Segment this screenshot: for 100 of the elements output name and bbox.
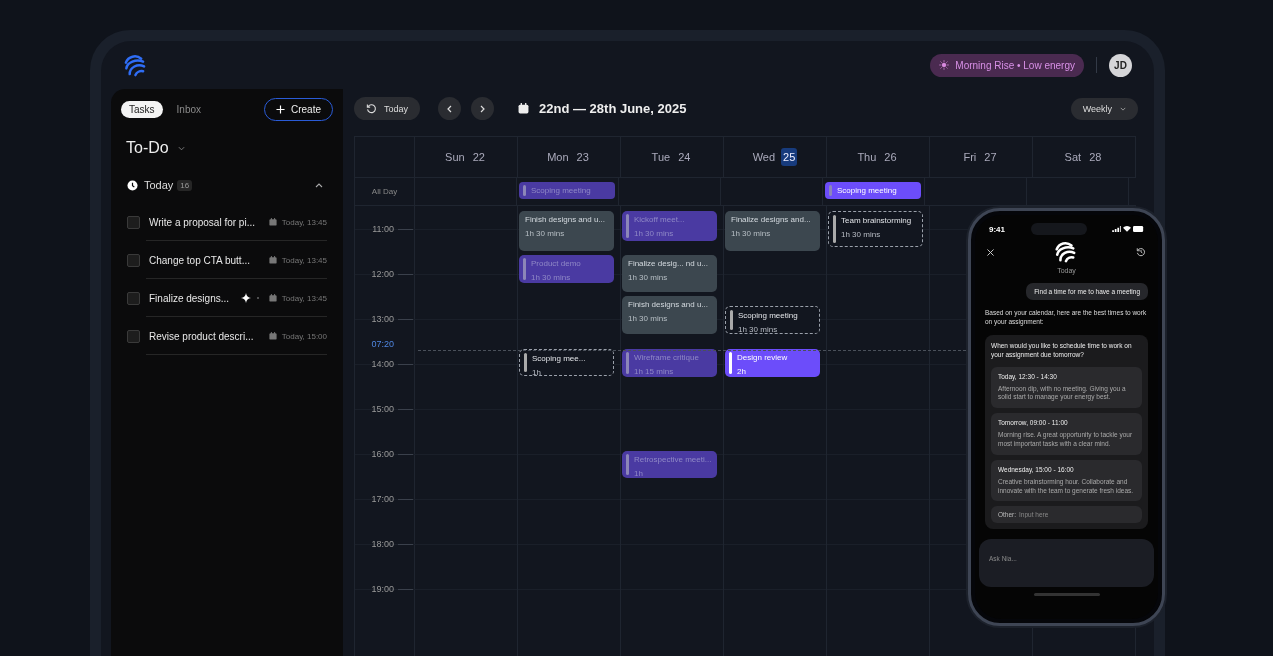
- event-duration: 1h 30 mins: [738, 324, 779, 333]
- date-number[interactable]: 24: [676, 148, 693, 166]
- date-range: 22nd — 28th June, 2025: [539, 101, 687, 116]
- calendar-icon: [268, 294, 277, 302]
- battery-icon: [1133, 226, 1144, 232]
- event-duration: 1h 30 mins: [525, 229, 566, 239]
- task-due-date: Today, 15:00: [281, 331, 327, 341]
- task-checkbox[interactable]: [127, 329, 140, 343]
- hour-label: 18:00: [370, 538, 394, 549]
- hour-label: 17:00: [370, 493, 394, 504]
- chevron-down-icon[interactable]: [177, 145, 185, 151]
- energy-label: Morning Rise • Low energy: [955, 59, 1075, 71]
- task-title[interactable]: Revise product descri...: [149, 330, 264, 342]
- close-icon[interactable]: [987, 248, 994, 256]
- hour-label: 13:00: [370, 313, 394, 324]
- current-time-label: 07:20: [370, 339, 394, 349]
- weekday-label: Tue: [651, 151, 671, 163]
- task-count: 16: [177, 179, 193, 191]
- previous-button[interactable]: [438, 97, 462, 120]
- task-due-date: Today, 13:45: [281, 293, 327, 303]
- task-due-date: Today, 13:45: [281, 217, 327, 227]
- user-avatar[interactable]: JD: [1109, 53, 1132, 77]
- event-title: Team brainstorming: [841, 216, 913, 226]
- next-button[interactable]: [471, 97, 495, 120]
- event-card[interactable]: Finish designs and u... 1h 30 mins: [622, 296, 717, 335]
- list-title[interactable]: To-Do: [126, 139, 169, 157]
- hour-label: 14:00: [370, 358, 394, 369]
- weekday-label: Mon: [547, 151, 569, 163]
- weekday-label: Sun: [445, 151, 465, 163]
- energy-pill[interactable]: Morning Rise • Low energy: [930, 53, 1084, 77]
- calendar-icon: [268, 218, 277, 226]
- event-card[interactable]: Design review 2h: [725, 348, 820, 377]
- event-card[interactable]: Scoping meeting 1h 30 mins: [725, 305, 820, 334]
- date-number[interactable]: 27: [982, 148, 999, 166]
- event-duration: 1h 30 mins: [634, 229, 675, 239]
- task-title[interactable]: Write a proposal for pi...: [149, 216, 264, 228]
- event-duration: 1h 30 mins: [628, 272, 669, 282]
- date-number[interactable]: 28: [1087, 148, 1104, 166]
- date-number[interactable]: 23: [574, 148, 591, 166]
- date-number[interactable]: 26: [882, 148, 899, 166]
- event-card[interactable]: Team brainstorming 1h 30 mins: [828, 211, 923, 247]
- hour-label: 15:00: [370, 403, 394, 414]
- weekday-label: Thu: [857, 151, 877, 163]
- weekday-label: Sat: [1064, 151, 1082, 163]
- sparkle-icon: [240, 293, 261, 303]
- event-title: Scoping meeting: [738, 310, 799, 320]
- event-duration: 2h: [737, 366, 747, 376]
- event-title: Kickoff meet...: [634, 215, 686, 225]
- sun-icon: [939, 60, 950, 70]
- weekday-label: Fri: [963, 151, 977, 163]
- caret-icon: [1120, 106, 1126, 111]
- event-title: Retrospective meeti...: [634, 454, 711, 464]
- task-title[interactable]: Change top CTA butt...: [149, 254, 264, 266]
- date-number[interactable]: 22: [470, 148, 487, 166]
- status-time: 9:41: [989, 224, 1005, 234]
- event-duration: 1h 30 mins: [841, 230, 882, 240]
- hour-label: 11:00: [371, 223, 394, 234]
- event-card[interactable]: Finish designs and u... 1h 30 mins: [519, 211, 614, 251]
- all-day-event[interactable]: Scoping meeting: [825, 182, 921, 199]
- signal-icon: [1112, 226, 1121, 232]
- chevron-right-icon: [480, 104, 486, 113]
- task-checkbox[interactable]: [127, 253, 140, 267]
- view-dropdown[interactable]: Weekly: [1070, 97, 1138, 120]
- date-number[interactable]: 25: [781, 148, 798, 166]
- sidebar-tab[interactable]: Tasks: [121, 101, 163, 118]
- event-title: Finish designs and u...: [525, 215, 607, 225]
- logo-icon: [123, 53, 146, 77]
- event-title: Product demo: [531, 258, 582, 268]
- today-button[interactable]: Today: [354, 97, 421, 120]
- clock-icon: [127, 179, 138, 191]
- section-label: Today: [144, 179, 174, 191]
- event-title: Finish designs and u...: [628, 300, 710, 309]
- refresh-icon: [366, 103, 377, 114]
- task-due-date: Today, 13:45: [281, 255, 327, 265]
- hour-label: 12:00: [370, 268, 394, 279]
- hour-label: 19:00: [370, 583, 394, 594]
- event-duration: 1h 30 mins: [531, 272, 572, 282]
- event-title: Wireframe critique: [634, 352, 700, 362]
- task-title[interactable]: Finalize designs...: [149, 292, 236, 304]
- task-checkbox[interactable]: [127, 291, 140, 305]
- event-duration: 1h: [634, 468, 644, 478]
- calendar-icon: [268, 332, 277, 340]
- event-card[interactable]: Finalize desig... nd u... 1h 30 mins: [622, 254, 717, 293]
- calendar-icon: [518, 103, 530, 114]
- plus-icon: [276, 105, 285, 114]
- event-duration: 1h 15 mins: [634, 366, 675, 376]
- event-card[interactable]: Scoping mee... 1h: [519, 348, 614, 377]
- history-icon[interactable]: [1136, 247, 1146, 257]
- event-title: Finalize desig... nd u...: [628, 258, 710, 268]
- event-title: Scoping mee...: [532, 353, 587, 363]
- event-card[interactable]: Finalize designs and... 1h 30 mins: [725, 211, 820, 251]
- calendar-icon: [268, 256, 277, 264]
- event-title: Finalize designs and...: [731, 215, 812, 225]
- sidebar-tab[interactable]: Inbox: [168, 101, 210, 118]
- event-title: Design review: [737, 352, 789, 362]
- wifi-icon: [1123, 226, 1131, 232]
- task-checkbox[interactable]: [127, 215, 140, 229]
- weekday-label: Wed: [752, 151, 776, 163]
- hour-label: 16:00: [370, 448, 394, 459]
- chevron-icon[interactable]: [315, 182, 323, 188]
